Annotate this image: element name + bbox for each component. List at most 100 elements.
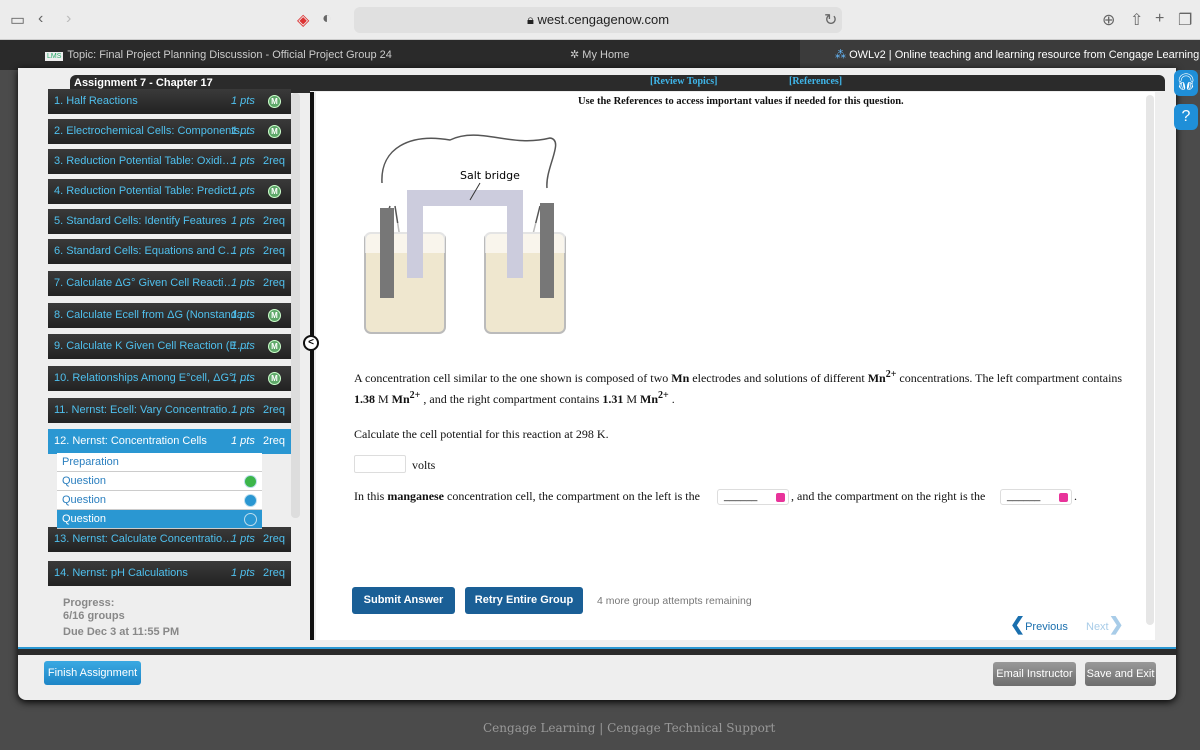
status-text: 2req [263, 245, 286, 257]
subquestion-item[interactable]: Preparation [57, 453, 262, 472]
due-date: Due Dec 3 at 11:55 PM [63, 626, 180, 638]
browser-toolbar: ▭ ‹ › ◈ ◐ 🔒︎ west.cengagenow.com ↻ ⊕ ⇧ +… [0, 0, 1200, 40]
tab-label: My Home [582, 49, 630, 61]
tabs-icon[interactable]: ❐ [1178, 10, 1192, 30]
share-icon[interactable]: ⇧ [1130, 10, 1143, 30]
subquestion-item[interactable]: Question [57, 491, 262, 510]
new-tab-icon[interactable]: + [1155, 10, 1164, 28]
question-label: 8. Calculate Ecell from ΔG (Nonstanda… [54, 309, 254, 321]
references-link[interactable]: [References] [789, 76, 842, 87]
tab-owlv2[interactable]: ⁂ OWLv2 | Online teaching and learning r… [800, 40, 1200, 70]
question-item[interactable]: 5. Standard Cells: Identify Features 1 pt… [48, 209, 291, 234]
question-label: 1. Half Reactions [54, 95, 138, 107]
status-text: 2req [263, 155, 286, 167]
stepper-icon [776, 493, 785, 502]
right-concentration: 1.31 [602, 392, 624, 406]
cell-potential-input[interactable] [354, 455, 406, 473]
select-value: ______ [1007, 491, 1041, 502]
points: 1 pts [231, 567, 255, 579]
question-label: 6. Standard Cells: Equations and C… [54, 245, 237, 257]
previous-button[interactable]: ❮Previous [1010, 614, 1068, 635]
support-link[interactable]: Cengage Technical Support [607, 721, 775, 735]
panel-divider[interactable] [310, 92, 314, 640]
mastered-icon: M [268, 125, 281, 138]
select-value: ______ [724, 491, 758, 502]
text: concentrations. The left compartment con… [896, 371, 1123, 385]
back-icon[interactable]: ‹ [38, 10, 43, 28]
concentration-cell-image: Salt bridge [364, 134, 566, 334]
question-item[interactable]: 8. Calculate Ecell from ΔG (Nonstanda… 1 … [48, 303, 291, 328]
headset-support-icon[interactable]: 🎧︎ [1174, 70, 1198, 96]
tab-my-home[interactable]: ✲ My Home [570, 40, 629, 70]
save-and-exit-button[interactable]: Save and Exit [1085, 662, 1156, 686]
text: electrodes and solutions of different [689, 371, 868, 385]
salt-bridge-label: Salt bridge [460, 169, 520, 182]
charge: 2+ [409, 390, 421, 401]
question-item[interactable]: 10. Relationships Among E°cell, ΔG°, … 1 … [48, 366, 291, 391]
retry-group-button[interactable]: Retry Entire Group [465, 587, 583, 614]
text-bold: manganese [387, 489, 445, 503]
left-compartment-select[interactable]: ______ [717, 489, 789, 505]
submit-answer-button[interactable]: Submit Answer [352, 587, 455, 614]
subquestion-item[interactable]: Question [57, 472, 262, 491]
forward-icon[interactable]: › [66, 10, 71, 28]
sidebar-icon[interactable]: ▭ [10, 10, 25, 30]
question-label: 5. Standard Cells: Identify Features [54, 215, 227, 227]
question-item[interactable]: 7. Calculate ΔG° Given Cell Reacti… 1 pts… [48, 271, 291, 296]
chevron-right-icon: ❯ [1108, 614, 1124, 634]
question-item[interactable]: 6. Standard Cells: Equations and C… 1 pts… [48, 239, 291, 264]
question-label: 9. Calculate K Given Cell Reaction (E… [54, 340, 248, 352]
text: . [1074, 489, 1077, 503]
points: 1 pts [231, 309, 255, 321]
tab-topic[interactable]: LMS Topic: Final Project Planning Discuss… [45, 40, 392, 70]
in-progress-icon [244, 513, 257, 526]
review-topics-link[interactable]: [Review Topics] [650, 76, 718, 87]
sidebar-scrollbar[interactable] [291, 93, 300, 518]
question-item[interactable]: 1. Half Reactions 1 pts M [48, 89, 291, 114]
points: 1 pts [231, 125, 255, 137]
points: 1 pts [231, 533, 255, 545]
subquestion-item[interactable]: Question [57, 510, 262, 529]
question-item[interactable]: 14. Nernst: pH Calculations 1 pts 2req [48, 561, 291, 586]
right-compartment-select[interactable]: ______ [1000, 489, 1072, 505]
extension-icon[interactable]: ◈ [297, 10, 309, 30]
unit: M [375, 392, 392, 406]
subquestion-label: Question [62, 513, 107, 525]
question-item[interactable]: 11. Nernst: Ecell: Vary Concentratio… 1 p… [48, 398, 291, 423]
question-item[interactable]: 13. Nernst: Calculate Concentratio… 1 pts… [48, 527, 291, 552]
email-instructor-button[interactable]: Email Instructor [993, 662, 1076, 686]
text: . [668, 392, 675, 406]
question-item[interactable]: 3. Reduction Potential Table: Oxidi… 1 pt… [48, 149, 291, 174]
ion: Mn [640, 392, 658, 406]
question-item[interactable]: 2. Electrochemical Cells: Components… 1 p… [48, 119, 291, 144]
question-item[interactable]: 9. Calculate K Given Cell Reaction (E… 1 … [48, 334, 291, 359]
shield-icon[interactable]: ◐ [322, 10, 332, 28]
references-note: Use the References to access important v… [578, 96, 904, 107]
mastered-icon: M [268, 372, 281, 385]
question-label: 12. Nernst: Concentration Cells [54, 435, 207, 447]
next-button[interactable]: Next❯ [1086, 614, 1124, 635]
status-text: 2req [263, 277, 286, 289]
progress-value: 6/16 groups [63, 610, 125, 622]
address-bar[interactable]: 🔒︎ west.cengagenow.com [354, 7, 842, 33]
status-text: 2req [263, 533, 286, 545]
question-label: 11. Nernst: Ecell: Vary Concentratio… [54, 404, 239, 416]
cengage-link[interactable]: Cengage Learning [483, 721, 595, 735]
question-item[interactable]: 4. Reduction Potential Table: Predict … 1… [48, 179, 291, 204]
reload-icon[interactable]: ↻ [824, 10, 837, 30]
subquestion-label: Question [62, 494, 107, 506]
points: 1 pts [231, 95, 255, 107]
content-scrollbar[interactable] [1146, 95, 1154, 625]
unit: M [623, 392, 640, 406]
separator: | [599, 721, 604, 735]
collapse-sidebar-button[interactable]: < [303, 335, 319, 351]
previous-label: Previous [1025, 621, 1068, 633]
stepper-icon [1059, 493, 1068, 502]
help-icon[interactable]: ? [1174, 104, 1198, 130]
text: concentration cell, the compartment on t… [444, 489, 700, 503]
download-icon[interactable]: ⊕ [1102, 10, 1115, 30]
finish-assignment-button[interactable]: Finish Assignment [44, 661, 141, 685]
question-item[interactable]: 12. Nernst: Concentration Cells 1 pts 2req [48, 429, 291, 454]
home-icon: ✲ [570, 49, 583, 61]
status-text: 2req [263, 215, 286, 227]
